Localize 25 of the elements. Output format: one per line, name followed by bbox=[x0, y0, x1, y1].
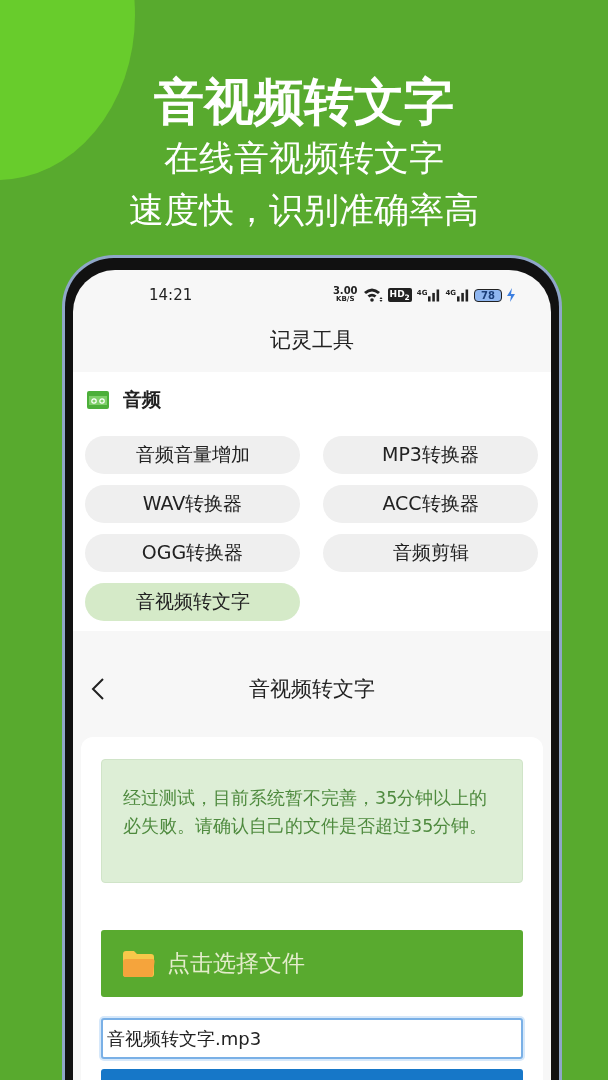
tool-button[interactable]: MP3转换器 bbox=[323, 436, 538, 474]
tool-button[interactable]: 音频剪辑 bbox=[323, 534, 538, 572]
tool-button[interactable]: 音视频转文字 bbox=[85, 583, 300, 621]
tool-button[interactable]: WAV转换器 bbox=[85, 485, 300, 523]
signal-icon bbox=[457, 288, 470, 302]
signal-icon bbox=[428, 288, 441, 302]
network-speed: 3.00 bbox=[332, 286, 358, 295]
app-title: 记灵工具 bbox=[269, 327, 355, 354]
promo-subtitle: 速度快，识别准确率高 bbox=[129, 189, 479, 232]
hd-badge: HD$_{2}$ bbox=[387, 287, 412, 303]
cassette-icon bbox=[87, 391, 109, 409]
tool-button[interactable]: 音频音量增加 bbox=[85, 436, 300, 474]
promo-headline: 音视频转文字 bbox=[154, 72, 454, 132]
page-title: 音视频转文字 bbox=[249, 676, 375, 703]
notice-text: 经过测试，目前系统暂不完善，35分钟以上的必失败。请确认自己的文件是否超过35分钟。 bbox=[101, 759, 523, 883]
back-icon[interactable] bbox=[91, 677, 105, 701]
tool-button[interactable]: OGG转换器 bbox=[85, 534, 300, 572]
promo-subtitle: 在线音视频转文字 bbox=[164, 137, 444, 180]
file-name-field[interactable]: 音视频转文字.mp3 bbox=[101, 1018, 523, 1059]
status-time: 14:21 bbox=[149, 286, 193, 304]
tool-button[interactable]: ACC转换器 bbox=[323, 485, 538, 523]
folder-icon bbox=[123, 949, 155, 978]
wifi-icon bbox=[362, 287, 383, 303]
section-title: 音频 bbox=[123, 387, 161, 412]
battery-level: 78 bbox=[474, 288, 502, 302]
